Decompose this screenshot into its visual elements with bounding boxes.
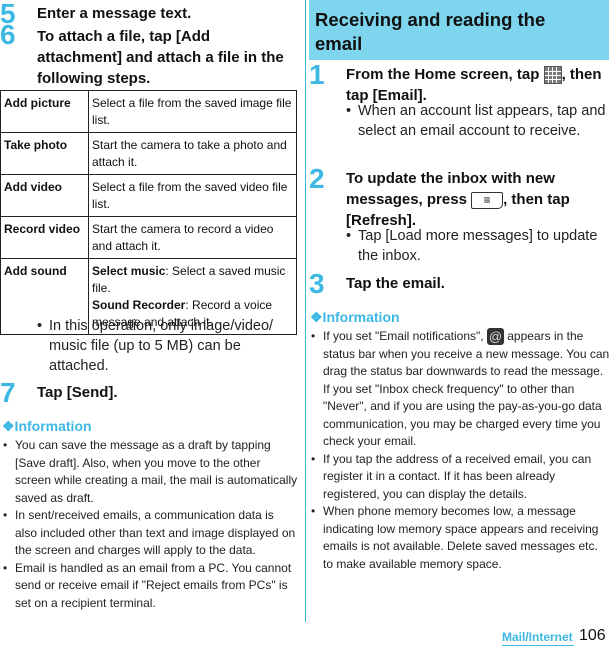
- note-text: Tap [Load more messages] to update the i…: [346, 226, 608, 266]
- step-text: To update the inbox with new messages, p…: [346, 168, 608, 231]
- step-text: Enter a message text.: [37, 5, 192, 22]
- information-text: appears in the status bar when you recei…: [323, 329, 609, 448]
- information-item: You can save the message as a draft by t…: [3, 437, 299, 507]
- table-row: Record video Start the camera to record …: [0, 216, 297, 259]
- information-text: If you set "Email notifications",: [323, 329, 487, 343]
- attachment-options-table: Add picture Select a file from the saved…: [0, 90, 297, 335]
- table-row: Take photo Start the camera to take a ph…: [0, 132, 297, 175]
- option-name: Add video: [0, 174, 89, 217]
- step-2-note: Tap [Load more messages] to update the i…: [346, 226, 608, 266]
- option-description: Select a file from the saved video file …: [88, 174, 297, 217]
- step-1-note: When an account list appears, tap and se…: [346, 101, 608, 141]
- option-name: Take photo: [0, 132, 89, 175]
- sub-option-name: Sound Recorder: [92, 298, 186, 312]
- apps-grid-icon: [543, 66, 562, 85]
- note-text: When an account list appears, tap and se…: [346, 101, 608, 141]
- step-6-note: In this operation, only image/video/ mus…: [37, 316, 282, 376]
- menu-key-icon: ≡: [471, 191, 504, 209]
- sub-option-name: Select music: [92, 264, 166, 278]
- information-list: You can save the message as a draft by t…: [3, 437, 299, 612]
- page-number: 106: [579, 627, 606, 644]
- option-description: Start the camera to record a video and a…: [88, 216, 297, 259]
- information-item: If you tap the address of a received ema…: [311, 451, 609, 504]
- footer-underline: [502, 645, 574, 646]
- table-row: Add video Select a file from the saved v…: [0, 174, 297, 217]
- information-list: If you set "Email notifications", @ appe…: [311, 328, 609, 573]
- option-description: Select a file from the saved image file …: [88, 90, 297, 133]
- information-item: When phone memory becomes low, a message…: [311, 503, 609, 573]
- section-header: Receiving and reading the email: [309, 0, 609, 60]
- table-row: Add picture Select a file from the saved…: [0, 90, 297, 133]
- step-text-part: From the Home screen, tap: [346, 66, 544, 83]
- information-item: In sent/received emails, a communication…: [3, 507, 299, 560]
- information-item: Email is handled as an email from a PC. …: [3, 560, 299, 613]
- footer-section-label: Mail/Internet: [502, 630, 573, 644]
- step-number: 1: [309, 59, 325, 90]
- step-number: 6: [0, 19, 16, 50]
- option-name: Record video: [0, 216, 89, 259]
- step-text: To attach a file, tap [Add attachment] a…: [37, 28, 284, 87]
- section-title: Receiving and reading the email: [315, 9, 546, 54]
- option-description: Start the camera to take a photo and att…: [88, 132, 297, 175]
- information-item: If you set "Email notifications", @ appe…: [311, 328, 609, 451]
- note-text: In this operation, only image/video/ mus…: [37, 316, 282, 376]
- step-text: Tap [Send].: [37, 384, 118, 401]
- column-divider: [305, 0, 306, 622]
- step-number: 7: [0, 377, 16, 408]
- step-text: From the Home screen, tap , then tap [Em…: [346, 64, 608, 106]
- information-heading: ❖Information: [310, 309, 400, 325]
- step-text: Tap the email.: [346, 275, 445, 292]
- step-number: 2: [309, 163, 325, 194]
- step-number: 3: [309, 268, 325, 299]
- information-heading: ❖Information: [2, 418, 92, 434]
- option-name: Add picture: [0, 90, 89, 133]
- email-notification-icon: @: [486, 328, 504, 346]
